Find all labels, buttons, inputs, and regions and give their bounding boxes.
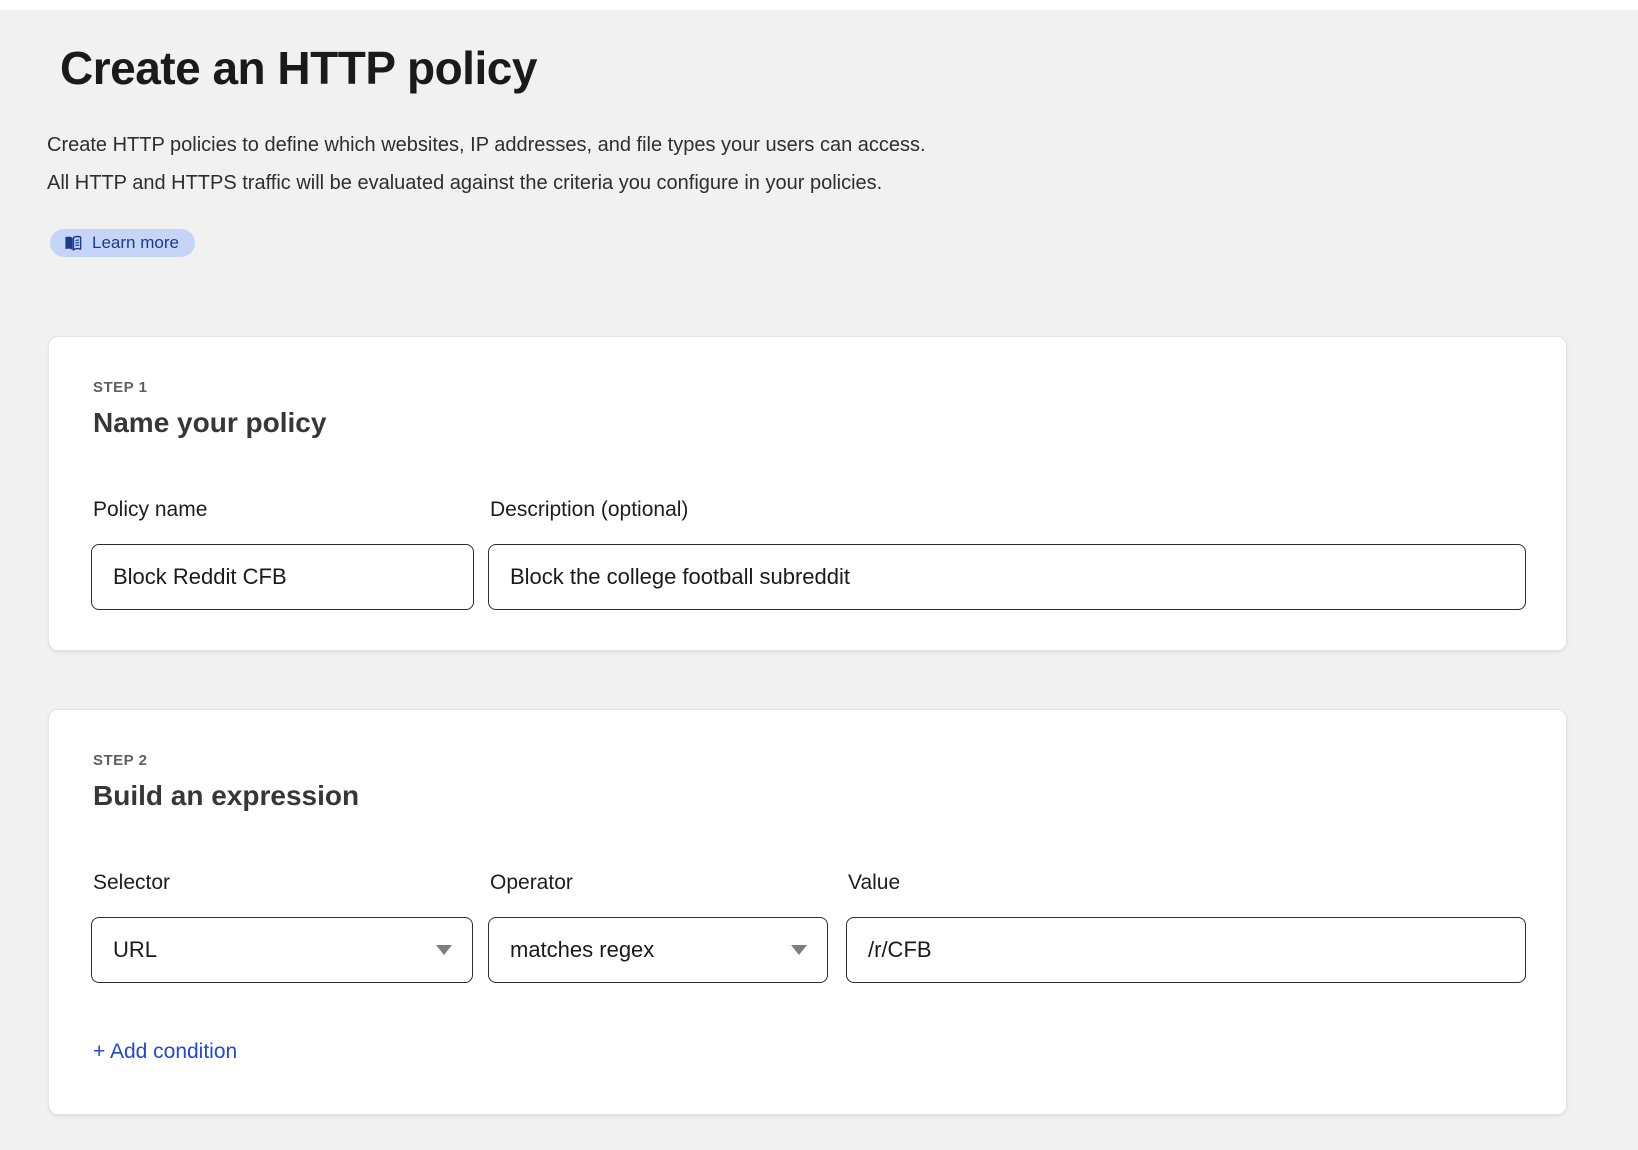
book-icon xyxy=(63,235,83,252)
step1-card: STEP 1 Name your policy Policy name Desc… xyxy=(48,336,1567,651)
chevron-down-icon xyxy=(436,945,452,955)
page-description: Create HTTP policies to define which web… xyxy=(47,126,926,202)
selector-value: URL xyxy=(113,937,157,963)
operator-field-group: Operator matches regex xyxy=(488,870,828,983)
page-description-line1: Create HTTP policies to define which web… xyxy=(47,126,926,164)
description-input[interactable] xyxy=(488,544,1526,610)
operator-label: Operator xyxy=(488,870,828,896)
step1-label: STEP 1 xyxy=(93,379,147,396)
value-field-group: Value xyxy=(846,870,1526,983)
policy-name-label: Policy name xyxy=(91,497,474,523)
add-condition-link[interactable]: + Add condition xyxy=(93,1040,237,1064)
operator-dropdown[interactable]: matches regex xyxy=(488,917,828,983)
description-label: Description (optional) xyxy=(488,497,1526,523)
chevron-down-icon xyxy=(791,945,807,955)
learn-more-label: Learn more xyxy=(92,233,179,253)
value-input[interactable] xyxy=(846,917,1526,983)
learn-more-button[interactable]: Learn more xyxy=(50,229,195,257)
policy-name-field-group: Policy name xyxy=(91,497,474,610)
selector-field-group: Selector URL xyxy=(91,870,473,983)
selector-dropdown[interactable]: URL xyxy=(91,917,473,983)
top-strip xyxy=(0,0,1638,10)
page-title: Create an HTTP policy xyxy=(60,42,537,95)
policy-name-input[interactable] xyxy=(91,544,474,610)
page-description-line2: All HTTP and HTTPS traffic will be evalu… xyxy=(47,164,926,202)
step2-card: STEP 2 Build an expression Selector URL … xyxy=(48,709,1567,1115)
operator-value: matches regex xyxy=(510,937,654,963)
step2-label: STEP 2 xyxy=(93,752,147,769)
step2-heading: Build an expression xyxy=(93,780,359,812)
description-field-group: Description (optional) xyxy=(488,497,1526,610)
selector-label: Selector xyxy=(91,870,473,896)
step1-heading: Name your policy xyxy=(93,407,326,439)
value-label: Value xyxy=(846,870,1526,896)
